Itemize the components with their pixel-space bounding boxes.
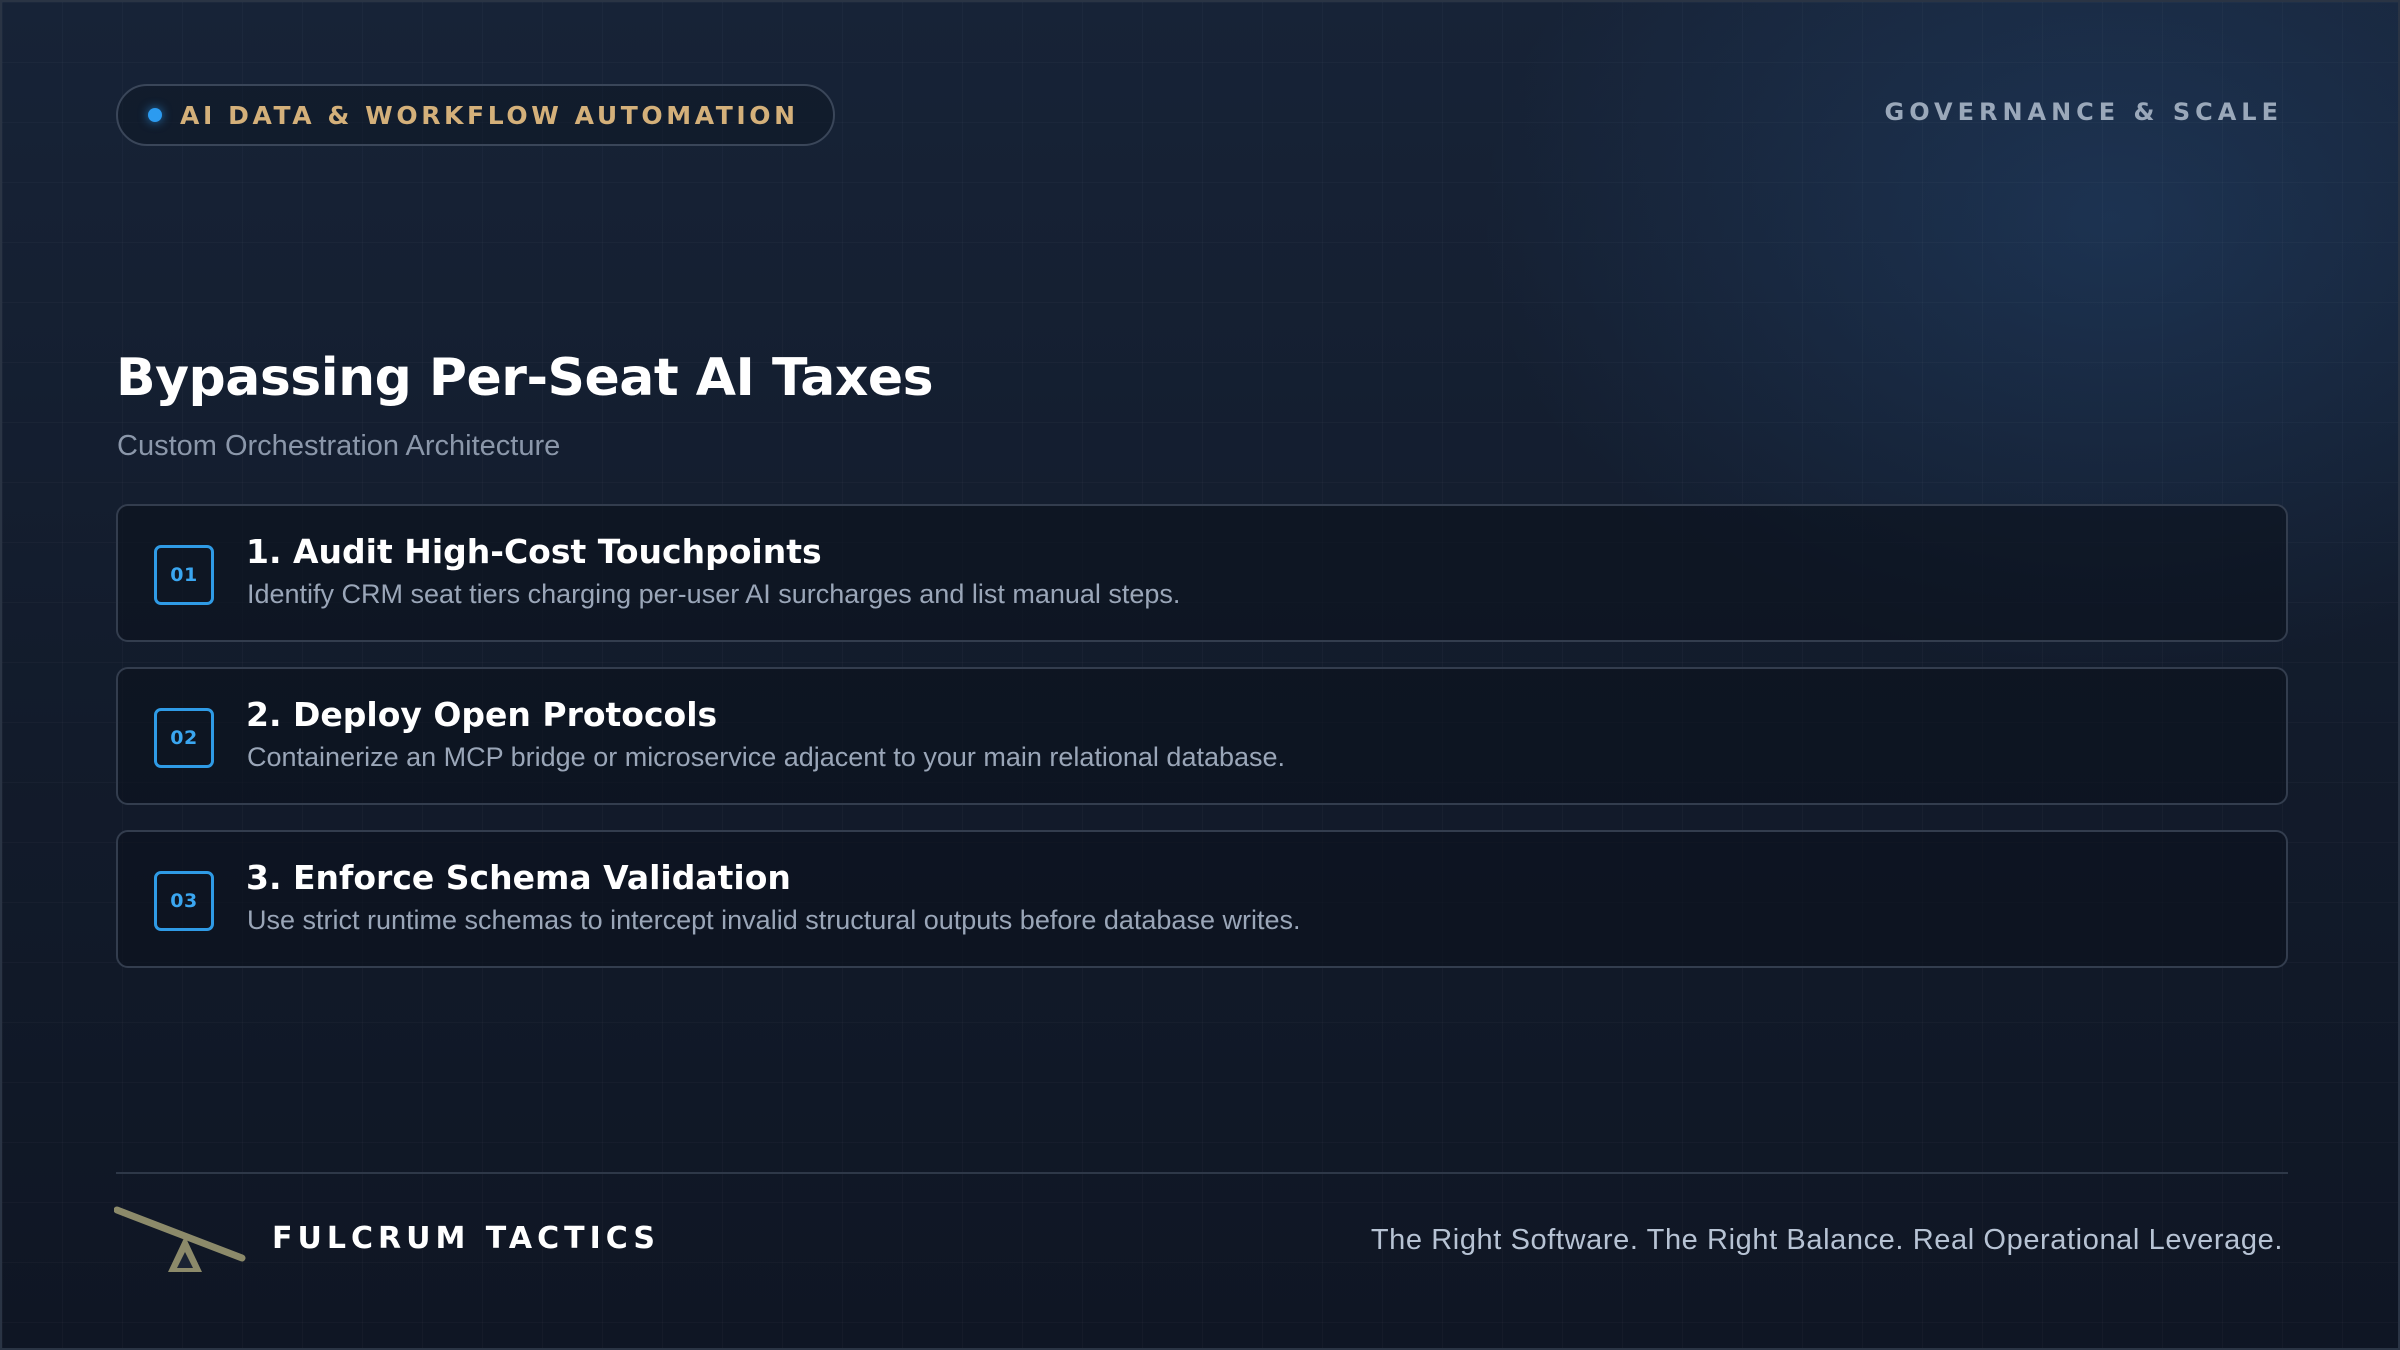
brand-tagline: The Right Software. The Right Balance. R… (1370, 1224, 2283, 1256)
brand-name: FULCRUM TACTICS (272, 1221, 660, 1256)
step-card-2: 02 2. Deploy Open Protocols Containerize… (116, 667, 2288, 805)
step-title: 2. Deploy Open Protocols (246, 695, 718, 734)
page-subtitle: Custom Orchestration Architecture (117, 430, 561, 462)
step-title: 3. Enforce Schema Validation (246, 858, 791, 897)
step-number-badge: 02 (154, 708, 214, 768)
seesaw-fulcrum-icon (114, 1206, 246, 1272)
slide: AI DATA & WORKFLOW AUTOMATION GOVERNANCE… (0, 0, 2400, 1350)
step-title: 1. Audit High-Cost Touchpoints (246, 532, 822, 571)
step-number-badge: 03 (154, 871, 214, 931)
step-description: Use strict runtime schemas to intercept … (247, 905, 1301, 935)
step-description: Containerize an MCP bridge or microservi… (247, 742, 1286, 772)
page-title: Bypassing Per-Seat AI Taxes (116, 348, 934, 408)
step-card-1: 01 1. Audit High-Cost Touchpoints Identi… (116, 504, 2288, 642)
step-card-3: 03 3. Enforce Schema Validation Use stri… (116, 830, 2288, 968)
steps-list: 01 1. Audit High-Cost Touchpoints Identi… (116, 504, 2288, 993)
category-badge-label: AI DATA & WORKFLOW AUTOMATION (180, 100, 799, 130)
category-badge: AI DATA & WORKFLOW AUTOMATION (116, 84, 835, 146)
section-label: GOVERNANCE & SCALE (1884, 98, 2283, 126)
step-description: Identify CRM seat tiers charging per-use… (247, 579, 1181, 609)
step-number-badge: 01 (154, 545, 214, 605)
status-dot-icon (148, 108, 162, 122)
footer-divider (116, 1172, 2288, 1174)
